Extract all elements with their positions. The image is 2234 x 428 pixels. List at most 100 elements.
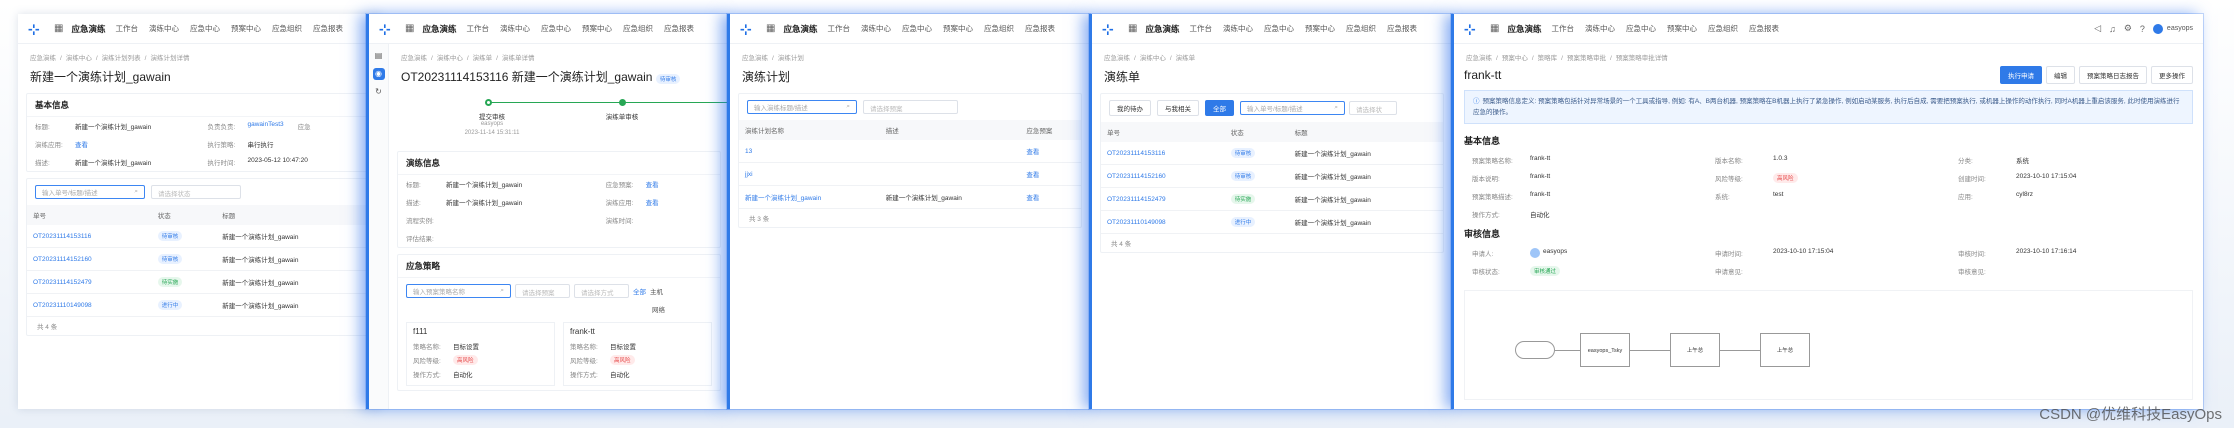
location-icon[interactable]: ◉ [372, 68, 385, 80]
plan-name-link[interactable]: 13 [739, 140, 880, 163]
view-app-link[interactable]: 查看 [75, 139, 88, 149]
view-plan-link[interactable]: 查看 [1020, 140, 1081, 163]
nav-workbench[interactable]: 工作台 [466, 23, 489, 34]
help-icon[interactable]: ? [2140, 24, 2145, 34]
app-grid-icon[interactable]: ▦ [766, 23, 775, 34]
search-input[interactable]: 输入单号/标题/描述 ⌕ [35, 185, 145, 199]
search-icon[interactable]: ⌕ [1334, 104, 1338, 112]
search-icon[interactable]: ⌕ [846, 103, 850, 111]
column-header[interactable]: 单号 [1101, 122, 1225, 142]
user-name[interactable]: easyops [2167, 25, 2193, 32]
app-grid-icon[interactable]: ▦ [1490, 23, 1499, 34]
nav-org[interactable]: 应急组织 [623, 23, 653, 34]
plan-name-link[interactable]: 新建一个演练计划_gawain [739, 185, 880, 209]
search-input[interactable]: 输入演练标题/描述 ⌕ [747, 100, 857, 114]
strategy-card[interactable]: f111 策略名称: 目标设置 风险等级: 高风险 操作方式: 自动化 [406, 322, 555, 386]
tab-network[interactable]: 网络 [644, 304, 720, 318]
nav-emergency-center[interactable]: 应急中心 [541, 23, 571, 34]
plan-select[interactable]: 请选择预案 [515, 284, 570, 298]
filter-all[interactable]: 全部 [1205, 100, 1234, 116]
order-id-link[interactable]: OT20231114152160 [1101, 164, 1225, 188]
nav-emergency-center[interactable]: 应急中心 [902, 23, 932, 34]
nav-drill-center[interactable]: 演练中心 [149, 23, 179, 34]
logo-icon[interactable]: ⊹ [1102, 22, 1116, 36]
order-id-link[interactable]: OT20231114152479 [1101, 187, 1225, 211]
nav-plan-center[interactable]: 预案中心 [231, 23, 261, 34]
order-id-link[interactable]: OT20231110149098 [1101, 210, 1225, 234]
crumb-item[interactable]: 应急演练 [1104, 55, 1130, 62]
nav-plan-center[interactable]: 预案中心 [943, 23, 973, 34]
search-icon[interactable]: ⌕ [134, 188, 138, 196]
order-id-link[interactable]: OT20231110149098 [27, 293, 152, 317]
nav-emergency-center[interactable]: 应急中心 [1264, 23, 1294, 34]
column-header[interactable]: 演练计划名称 [739, 120, 880, 140]
share-icon[interactable]: ◁ [2094, 23, 2101, 34]
status-select[interactable]: 请选择状态 [151, 185, 241, 199]
crumb-item[interactable]: 演练中心 [437, 55, 463, 62]
nav-report[interactable]: 应急报表 [664, 23, 694, 34]
nav-org[interactable]: 应急组织 [984, 23, 1014, 34]
view-plan-link[interactable]: 查看 [646, 179, 659, 189]
crumb-item[interactable]: 演练中心 [1140, 55, 1166, 62]
crumb-item[interactable]: 演练中心 [66, 55, 92, 62]
strategy-search-input[interactable]: 输入预案策略名称 ⌕ [406, 284, 511, 298]
crumb-item[interactable]: 策略库 [1538, 55, 1558, 62]
owner-link[interactable]: gawainTest3 [248, 121, 284, 131]
logo-icon[interactable]: ⊹ [379, 22, 393, 36]
nav-report[interactable]: 应急报表 [1025, 23, 1055, 34]
column-header[interactable]: 状态 [151, 205, 217, 225]
strategy-card[interactable]: frank-tt 策略名称: 目标设置 风险等级: 高风险 操作方式: 自动化 [563, 322, 712, 386]
view-app-link[interactable]: 查看 [646, 197, 659, 207]
order-id-link[interactable]: OT20231114152160 [27, 247, 152, 271]
avatar[interactable] [2152, 23, 2163, 34]
search-input[interactable]: 输入单号/标题/描述 ⌕ [1240, 101, 1345, 115]
refresh-icon[interactable]: ↻ [373, 86, 385, 98]
view-plan-link[interactable]: 查看 [1020, 185, 1081, 209]
nav-plan-center[interactable]: 预案中心 [1667, 23, 1697, 34]
crumb-item[interactable]: 预案中心 [1502, 55, 1528, 62]
mode-select[interactable]: 请选择方式 [574, 284, 629, 298]
log-report-button[interactable]: 预案策略日志报告 [2079, 66, 2147, 84]
column-header[interactable]: 描述 [879, 120, 1021, 140]
nav-workbench[interactable]: 工作台 [1189, 23, 1212, 34]
column-header[interactable]: 状态 [1224, 122, 1289, 142]
filter-my-todo[interactable]: 我的待办 [1109, 100, 1151, 116]
app-title[interactable]: 应急演练 [422, 23, 456, 35]
crumb-item[interactable]: 演练单 [473, 55, 493, 62]
crumb-item[interactable]: 预案策略审批 [1567, 55, 1606, 62]
tab-all[interactable]: 全部 [633, 286, 646, 296]
nav-report[interactable]: 应急报表 [1387, 23, 1417, 34]
app-title[interactable]: 应急演练 [1507, 23, 1541, 35]
execute-apply-button[interactable]: 执行申请 [2000, 66, 2042, 84]
column-header[interactable]: 标题 [216, 205, 372, 225]
nav-report[interactable]: 应急报表 [313, 23, 343, 34]
app-grid-icon[interactable]: ▦ [405, 23, 414, 34]
nav-org[interactable]: 应急组织 [1346, 23, 1376, 34]
nav-drill-center[interactable]: 演练中心 [861, 23, 891, 34]
crumb-item[interactable]: 应急演练 [1466, 55, 1492, 62]
filter-related[interactable]: 与我相关 [1157, 100, 1199, 116]
logo-icon[interactable]: ⊹ [740, 22, 754, 36]
nav-emergency-center[interactable]: 应急中心 [190, 23, 220, 34]
column-header[interactable]: 标题 [1288, 122, 1443, 142]
logo-icon[interactable]: ⊹ [28, 22, 42, 36]
app-grid-icon[interactable]: ▦ [54, 23, 63, 34]
nav-org[interactable]: 应急组织 [1708, 23, 1738, 34]
plan-select[interactable]: 请选择预案 [863, 100, 958, 114]
nav-workbench[interactable]: 工作台 [1551, 23, 1574, 34]
tab-host[interactable]: 主机 [650, 286, 663, 296]
edit-button[interactable]: 编辑 [2046, 66, 2075, 84]
app-title[interactable]: 应急演练 [71, 23, 105, 35]
nav-drill-center[interactable]: 演练中心 [1585, 23, 1615, 34]
more-actions-button[interactable]: 更多操作 [2151, 66, 2193, 84]
order-id-link[interactable]: OT20231114153116 [27, 225, 152, 248]
nav-org[interactable]: 应急组织 [272, 23, 302, 34]
order-id-link[interactable]: OT20231114153116 [1101, 142, 1225, 165]
app-title[interactable]: 应急演练 [1145, 23, 1179, 35]
crumb-item[interactable]: 应急演练 [742, 55, 768, 62]
plan-name-link[interactable]: jjxi [739, 162, 880, 186]
bell-icon[interactable]: ♫ [2109, 24, 2116, 34]
nav-emergency-center[interactable]: 应急中心 [1626, 23, 1656, 34]
crumb-item[interactable]: 应急演练 [401, 55, 427, 62]
crumb-item[interactable]: 应急演练 [30, 55, 56, 62]
